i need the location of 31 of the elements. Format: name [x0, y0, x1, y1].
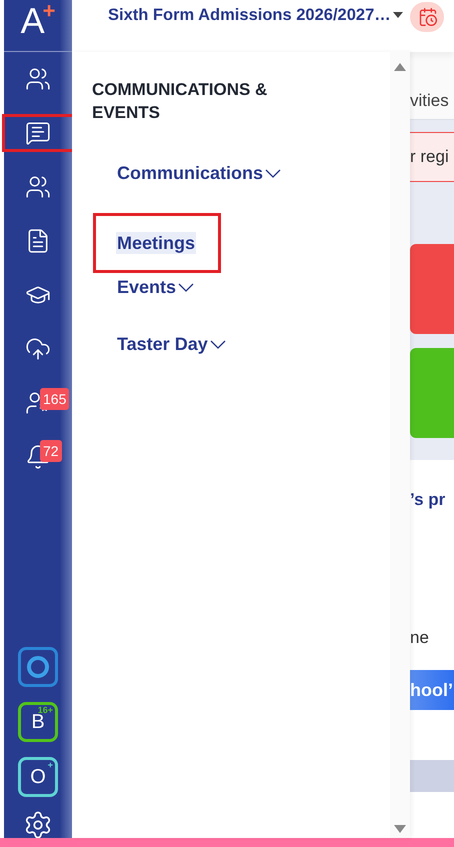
- menu-item[interactable]: Events: [116, 276, 196, 298]
- ring-icon: [26, 655, 50, 679]
- app-tile[interactable]: O +: [18, 757, 58, 797]
- action-button[interactable]: hool’: [410, 670, 454, 710]
- app-tile[interactable]: [18, 647, 58, 687]
- cloud-upload-icon: [25, 336, 51, 362]
- body-text: ne: [410, 628, 430, 648]
- footer-band: [410, 760, 454, 792]
- calendar-icon: [418, 7, 438, 27]
- menu-heading: COMMUNICATIONS & EVENTS: [92, 79, 268, 124]
- scroll-up-icon[interactable]: [393, 62, 407, 72]
- caret-icon: [392, 11, 404, 19]
- app-tile[interactable]: B 16+: [18, 702, 58, 742]
- people-icon: [25, 66, 51, 92]
- alert-text: r regi: [410, 147, 449, 167]
- menu-item[interactable]: Meetings: [116, 232, 196, 254]
- scroll-down-icon[interactable]: [393, 824, 407, 834]
- chevron-icon: [208, 338, 227, 350]
- logo[interactable]: A+: [20, 0, 56, 42]
- menu-item[interactable]: Communications: [116, 162, 284, 184]
- count-badge: 165: [40, 388, 70, 410]
- chevron-icon: [177, 281, 196, 293]
- section-heading: ’s pr: [410, 490, 446, 510]
- count-badge: 72: [40, 440, 62, 462]
- message-icon: [25, 120, 51, 146]
- admissions-selector[interactable]: Sixth Form Admissions 2026/2027…: [108, 4, 404, 26]
- group-icon: [25, 174, 51, 200]
- settings-icon[interactable]: [23, 810, 53, 838]
- menu-item[interactable]: Taster Day: [116, 333, 228, 355]
- chevron-icon: [264, 167, 282, 179]
- calendar-button[interactable]: [410, 2, 444, 32]
